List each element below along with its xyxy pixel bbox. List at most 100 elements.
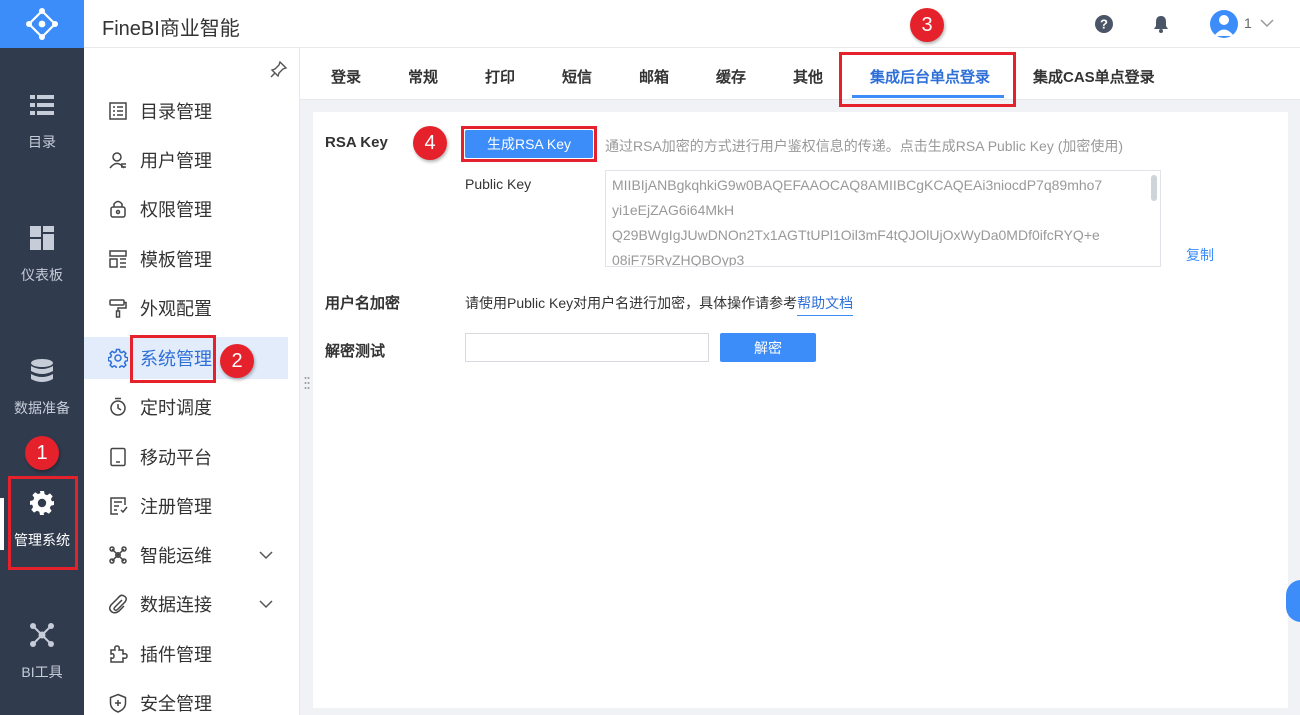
annotation-box-backend-sso — [839, 52, 1016, 107]
scrollbar-thumb[interactable] — [1151, 175, 1157, 201]
sidebar-item-label: 注册管理 — [140, 497, 212, 517]
pin-icon[interactable] — [270, 60, 288, 78]
decrypt-input[interactable] — [465, 333, 709, 362]
app-title: FineBI商业智能 — [102, 18, 240, 40]
sidebar-item-label: 用户管理 — [140, 151, 212, 171]
settings-tabs: 登录 常规 打印 短信 邮箱 缓存 其他 集成后台单点登录 集成CAS单点登录 — [300, 48, 1300, 100]
paint-roller-icon — [109, 299, 127, 318]
sidebar-item-schedule[interactable]: 定时调度 — [84, 386, 288, 428]
rail-item-label: 仪表板 — [21, 267, 63, 283]
chevron-down-icon[interactable] — [258, 596, 274, 612]
chevron-down-icon[interactable] — [1260, 17, 1274, 29]
top-header: FineBI商业智能 ? 1 — [84, 0, 1300, 48]
annotation-box-system — [130, 335, 216, 383]
avatar[interactable] — [1210, 10, 1238, 38]
textarea-scrollbar[interactable] — [1151, 175, 1157, 261]
finebi-logo-icon[interactable] — [0, 0, 84, 48]
puzzle-icon — [110, 645, 128, 663]
public-key-line: yi1eEjZAG6i64MkH — [612, 202, 735, 218]
sidebar-item-label: 目录管理 — [140, 102, 212, 122]
annotation-badge-3: 3 — [910, 8, 944, 42]
tab-print[interactable]: 打印 — [485, 66, 515, 87]
sidebar-item-label: 模板管理 — [140, 250, 212, 270]
ops-network-icon — [109, 546, 127, 564]
copy-link[interactable]: 复制 — [1186, 245, 1214, 265]
public-key-line: 08iF75RyZHQBOyp3 — [612, 252, 745, 267]
rail-item-dashboard[interactable]: 仪表板 — [0, 225, 84, 285]
sidebar-item-label: 外观配置 — [140, 299, 212, 319]
sidebar-item-catalog[interactable]: 目录管理 — [84, 90, 288, 132]
sso-settings-panel: RSA Key 生成RSA Key 通过RSA加密的方式进行用户鉴权信息的传递。… — [313, 112, 1288, 708]
sidebar-item-label: 权限管理 — [140, 200, 212, 220]
network-icon — [30, 623, 54, 647]
annotation-box-admin — [8, 476, 78, 570]
bell-icon[interactable] — [1151, 14, 1171, 34]
sidebar-item-label: 安全管理 — [140, 694, 212, 714]
public-key-line: Q29BWgIgJUwDNOn2Tx1AGTtUPl1Oil3mF4tQJOlU… — [612, 227, 1100, 243]
gear-icon — [108, 348, 128, 368]
annotation-badge-1: 1 — [25, 436, 59, 470]
sidebar-item-security[interactable]: 安全管理 — [84, 682, 288, 715]
tab-cas-sso[interactable]: 集成CAS单点登录 — [1033, 66, 1155, 87]
rail-item-data-prep[interactable]: 数据准备 — [0, 358, 84, 418]
decrypt-button[interactable]: 解密 — [720, 333, 816, 362]
username-encrypt-text: 请使用Public Key对用户名进行加密，具体操作请参考帮助文档 — [465, 293, 854, 316]
tablet-icon — [110, 447, 126, 467]
public-key-label: Public Key — [465, 176, 532, 192]
public-key-textarea[interactable]: MIIBIjANBgkqhkiG9w0BAQEFAAOCAQ8AMIIBCgKC… — [605, 170, 1161, 267]
sidebar-item-label: 数据连接 — [140, 595, 212, 615]
sidebar-item-registration[interactable]: 注册管理 — [84, 485, 288, 527]
tab-general[interactable]: 常规 — [408, 66, 438, 87]
sidebar-item-ops[interactable]: 智能运维 — [84, 534, 288, 576]
tab-email[interactable]: 邮箱 — [639, 66, 669, 87]
username-encrypt-desc: 请使用Public Key对用户名进行加密，具体操作请参考 — [465, 295, 798, 311]
sidebar-item-permissions[interactable]: 权限管理 — [84, 188, 288, 230]
sidebar-item-mobile[interactable]: 移动平台 — [84, 436, 288, 478]
sidebar-resize-handle[interactable] — [304, 376, 310, 390]
template-icon — [109, 250, 127, 268]
help-doc-link[interactable]: 帮助文档 — [797, 295, 854, 316]
rail-item-label: 目录 — [28, 134, 56, 150]
chevron-down-icon[interactable] — [258, 547, 274, 563]
tab-login[interactable]: 登录 — [331, 66, 361, 87]
sidebar-item-label: 智能运维 — [140, 546, 212, 566]
sidebar-item-label: 移动平台 — [140, 448, 212, 468]
tab-sms[interactable]: 短信 — [562, 66, 592, 87]
app-rail: 目录 仪表板 数据准备 管理系统 BI工具 — [0, 0, 84, 715]
shield-icon — [109, 693, 127, 713]
annotation-box-generate-rsa — [461, 126, 597, 162]
user-icon — [109, 152, 126, 169]
sidebar-item-plugins[interactable]: 插件管理 — [84, 633, 288, 675]
tab-other[interactable]: 其他 — [793, 66, 823, 87]
timer-icon — [110, 397, 126, 416]
paperclip-icon — [108, 594, 128, 614]
rail-item-label: BI工具 — [21, 664, 63, 680]
sidebar-item-label: 定时调度 — [140, 398, 212, 418]
annotation-badge-4: 4 — [413, 126, 447, 160]
tab-cache[interactable]: 缓存 — [716, 66, 746, 87]
username-encrypt-label: 用户名加密 — [325, 295, 401, 312]
sidebar-item-templates[interactable]: 模板管理 — [84, 238, 288, 280]
user-avatar-icon — [1214, 15, 1234, 36]
rail-item-catalog[interactable]: 目录 — [0, 92, 84, 152]
dashboard-grid-icon — [30, 226, 54, 250]
catalog-icon — [109, 102, 127, 120]
floating-assistant-button[interactable] — [1286, 580, 1300, 622]
database-icon — [31, 359, 53, 382]
sidebar-item-data-connection[interactable]: 数据连接 — [84, 583, 288, 625]
help-circle-icon[interactable]: ? — [1094, 14, 1114, 34]
decrypt-test-label: 解密测试 — [325, 343, 386, 360]
public-key-line: MIIBIjANBgkqhkiG9w0BAQEFAAOCAQ8AMIIBCgKC… — [612, 177, 1103, 193]
sidebar-item-label: 插件管理 — [140, 645, 212, 665]
svg-text:?: ? — [1100, 17, 1108, 32]
rail-item-bi-tools[interactable]: BI工具 — [0, 622, 84, 682]
rsa-key-hint: 通过RSA加密的方式进行用户鉴权信息的传递。点击生成RSA Public Key… — [605, 138, 1124, 154]
user-name[interactable]: 1 — [1244, 15, 1252, 31]
list-icon — [30, 95, 54, 115]
sidebar-item-appearance[interactable]: 外观配置 — [84, 287, 288, 329]
registration-icon — [110, 497, 128, 515]
rail-item-label: 数据准备 — [14, 400, 70, 416]
annotation-badge-2: 2 — [220, 344, 254, 378]
rsa-key-label: RSA Key — [325, 134, 388, 151]
sidebar-item-users[interactable]: 用户管理 — [84, 139, 288, 181]
